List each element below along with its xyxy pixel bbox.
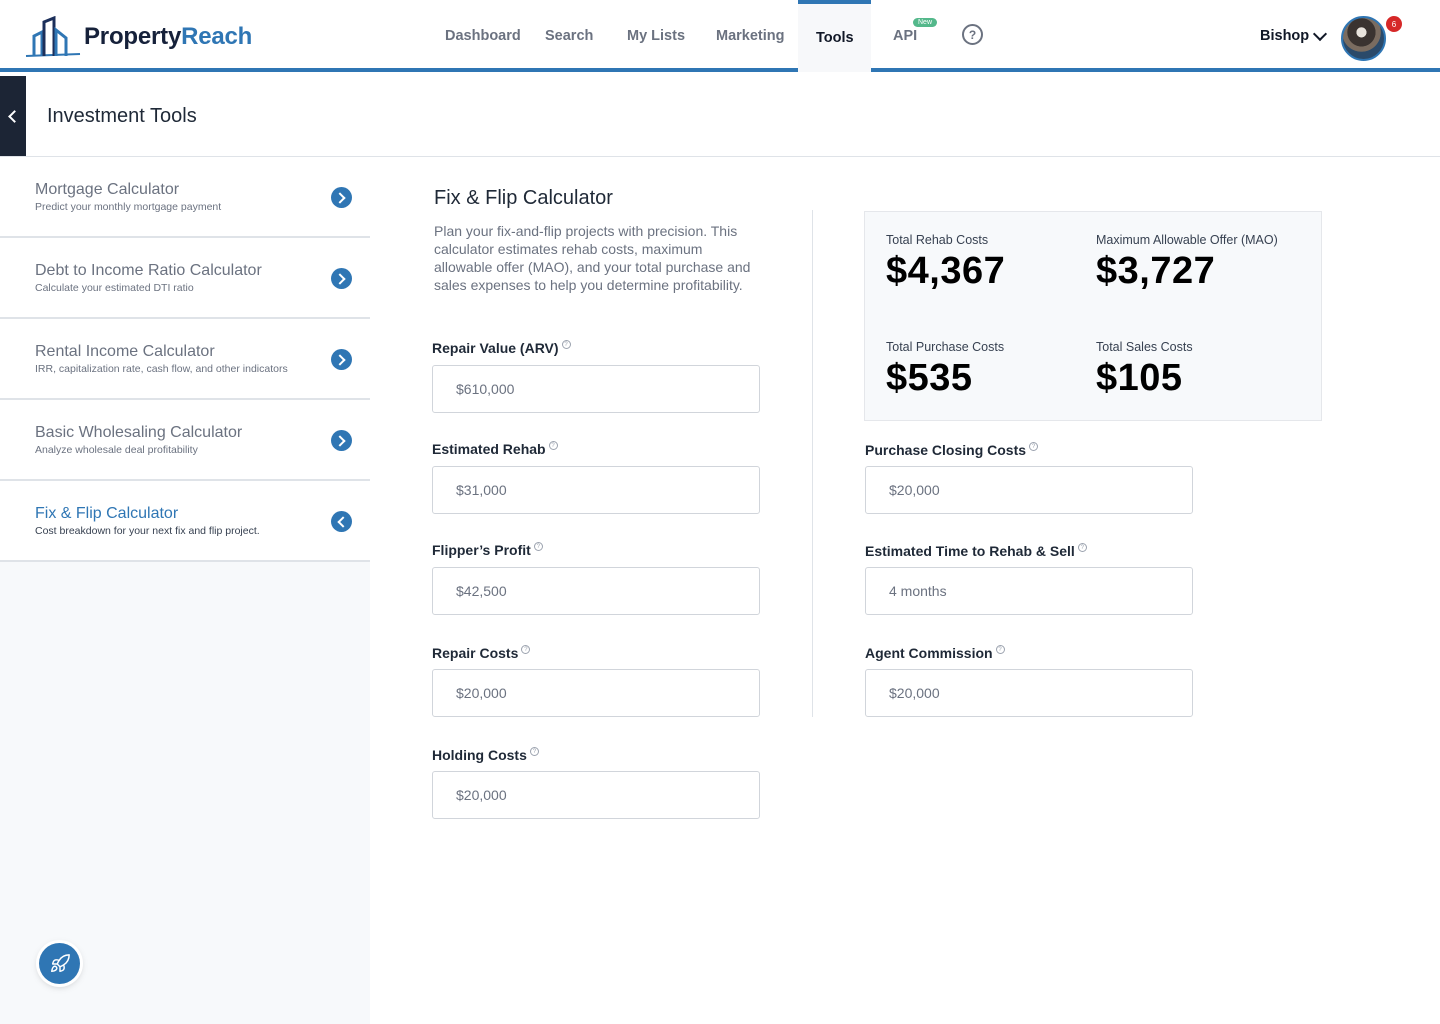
rocket-launch-button[interactable] [39,943,80,984]
sidebar-item-title: Rental Income Calculator [35,343,215,360]
chevron-right-circle-icon [331,268,352,289]
time-to-sell-label: Estimated Time to Rehab & Sell? [865,543,1087,559]
chevron-right-circle-icon [331,430,352,451]
top-navigation-bar: PropertyReach Dashboard Search My Lists … [0,0,1440,72]
sidebar-item-mortgage-calculator[interactable]: Mortgage Calculator Predict your monthly… [0,157,370,238]
agent-commission-input[interactable] [865,669,1193,717]
agent-commission-label-text: Agent Commission [865,645,993,661]
holding-costs-label: Holding Costs? [432,747,539,763]
info-icon[interactable]: ? [995,645,1005,654]
estimated-rehab-input[interactable] [432,466,760,514]
tools-sidebar: Mortgage Calculator Predict your monthly… [0,157,370,1024]
flipper-profit-label-text: Flipper’s Profit [432,542,531,558]
chevron-right-circle-icon [331,349,352,370]
nav-dashboard[interactable]: Dashboard [445,0,521,72]
time-to-sell-input[interactable] [865,567,1193,615]
flipper-profit-label: Flipper’s Profit? [432,542,543,558]
sidebar-item-subtitle: Cost breakdown for your next fix and fli… [35,525,260,537]
logo[interactable]: PropertyReach [24,16,252,58]
info-icon[interactable]: ? [533,542,543,551]
holding-costs-label-text: Holding Costs [432,747,527,763]
sidebar-item-subtitle: Analyze wholesale deal profitability [35,444,198,456]
page-header: Investment Tools [0,76,1440,157]
arv-label: Repair Value (ARV)? [432,340,571,356]
sidebar-item-title: Mortgage Calculator [35,181,180,198]
help-icon[interactable]: ? [962,24,983,45]
calculator-title: Fix & Flip Calculator [434,187,613,209]
chevron-down-icon [1313,26,1328,41]
total-purchase-label: Total Purchase Costs [886,340,1005,354]
flipper-profit-input[interactable] [432,567,760,615]
sidebar-item-subtitle: IRR, capitalization rate, cash flow, and… [35,363,288,375]
nav-marketing[interactable]: Marketing [716,0,785,72]
total-rehab-value: $4,367 [886,250,1006,292]
sidebar-item-fix-flip-calculator[interactable]: Fix & Flip Calculator Cost breakdown for… [0,481,370,562]
arv-label-text: Repair Value (ARV) [432,340,559,356]
info-icon[interactable]: ? [548,441,558,450]
sidebar-item-title: Basic Wholesaling Calculator [35,424,243,441]
chevron-right-circle-icon [331,187,352,208]
info-icon[interactable]: ? [521,645,531,654]
sidebar-item-dti-calculator[interactable]: Debt to Income Ratio Calculator Calculat… [0,238,370,319]
repair-costs-label: Repair Costs? [432,645,531,661]
notification-badge[interactable]: 6 [1386,16,1402,32]
new-badge: New [913,18,938,27]
total-sales-value: $105 [1096,357,1183,399]
sidebar-item-rental-income-calculator[interactable]: Rental Income Calculator IRR, capitaliza… [0,319,370,400]
estimated-rehab-label-text: Estimated Rehab [432,441,546,457]
holding-costs-input[interactable] [432,771,760,819]
chevron-left-icon [8,109,21,123]
sidebar-item-wholesaling-calculator[interactable]: Basic Wholesaling Calculator Analyze who… [0,400,370,481]
column-divider [812,210,813,717]
avatar[interactable] [1341,16,1386,61]
sidebar-item-subtitle: Calculate your estimated DTI ratio [35,282,194,294]
purchase-closing-label-text: Purchase Closing Costs [865,442,1027,458]
page-title: Investment Tools [47,105,197,127]
nav-api-label: API [893,28,918,44]
collapse-sidebar-button[interactable] [0,76,26,156]
time-to-sell-label-text: Estimated Time to Rehab & Sell [865,543,1075,559]
results-panel: Total Rehab Costs $4,367 Maximum Allowab… [864,211,1322,421]
info-icon[interactable]: ? [529,747,539,756]
sidebar-item-title: Debt to Income Ratio Calculator [35,262,262,279]
user-name: Bishop [1260,28,1310,44]
nav-search[interactable]: Search [545,0,593,72]
user-menu-dropdown[interactable]: Bishop [1260,26,1328,44]
arv-input[interactable] [432,365,760,413]
agent-commission-label: Agent Commission? [865,645,1005,661]
total-sales-label: Total Sales Costs [1096,340,1193,354]
purchase-closing-label: Purchase Closing Costs? [865,442,1039,458]
rocket-icon [50,953,70,972]
mao-value: $3,727 [1096,250,1216,292]
repair-costs-label-text: Repair Costs [432,645,519,661]
nav-tools[interactable]: Tools [798,0,871,72]
nav-my-lists[interactable]: My Lists [627,0,685,72]
nav-api[interactable]: API New [893,0,938,72]
purchase-closing-input[interactable] [865,466,1193,514]
building-logo-icon [25,16,81,57]
total-rehab-label: Total Rehab Costs [886,233,989,247]
calculator-description: Plan your fix-and-flip projects with pre… [434,223,751,293]
brand-name: PropertyReach [84,23,253,50]
chevron-left-circle-icon [331,511,352,532]
total-purchase-value: $535 [886,357,973,399]
info-icon[interactable]: ? [1029,442,1039,451]
repair-costs-input[interactable] [432,669,760,717]
estimated-rehab-label: Estimated Rehab? [432,441,558,457]
info-icon[interactable]: ? [1077,543,1087,552]
sidebar-item-title: Fix & Flip Calculator [35,505,179,522]
mao-label: Maximum Allowable Offer (MAO) [1096,233,1278,247]
sidebar-item-subtitle: Predict your monthly mortgage payment [35,201,222,213]
info-icon[interactable]: ? [561,340,571,349]
